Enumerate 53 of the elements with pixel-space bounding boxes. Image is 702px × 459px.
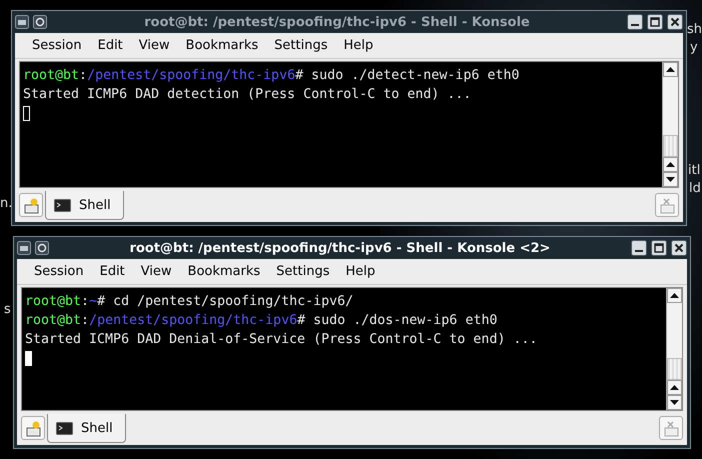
minimize-icon[interactable] [627, 14, 643, 30]
scrollbar[interactable] [666, 288, 682, 410]
tab-label: Shell [81, 420, 113, 436]
menu-item[interactable]: Help [336, 38, 382, 53]
shell-tab[interactable]: Shell [45, 191, 124, 220]
terminal-line: Started ICMP6 DAD Denial-of-Service (Press Control-C to end) ... [25, 331, 538, 349]
new-tab-icon[interactable] [24, 420, 42, 436]
maximize-icon[interactable] [651, 240, 667, 256]
scroll-up-icon[interactable] [663, 157, 678, 172]
menu-item[interactable]: Settings [268, 264, 338, 279]
terminal-line: Started ICMP6 DAD detection (Press Control-C to end) ... [23, 86, 472, 104]
terminal-line: root@bt:/pentest/spoofing/thc-ipv6# sudo ./detect-new-ip6 eth0 [23, 67, 520, 85]
menu-item[interactable]: Edit [90, 38, 131, 53]
window-menu-icon[interactable] [17, 241, 31, 255]
menu-item[interactable]: Session [24, 38, 90, 53]
desktop-icon-label: y [690, 40, 698, 56]
close-icon[interactable] [667, 14, 683, 30]
scroll-up-icon[interactable] [667, 380, 682, 395]
new-tab-button[interactable] [19, 193, 43, 217]
menu-item[interactable]: View [132, 264, 180, 279]
menu-item[interactable]: Settings [266, 38, 336, 53]
menu-item[interactable]: View [130, 38, 178, 53]
desktop-icon-label: sh [687, 22, 702, 38]
new-tab-button[interactable] [21, 416, 45, 440]
terminal-line: root@bt:/pentest/spoofing/thc-ipv6# sudo ./dos-new-ip6 eth0 [25, 312, 498, 330]
minimize-icon[interactable] [631, 240, 647, 256]
scroll-up-icon[interactable] [663, 62, 678, 77]
desktop-icon-label: ld [689, 181, 701, 197]
scrollbar[interactable] [662, 62, 678, 187]
menu-item[interactable]: Session [26, 264, 92, 279]
menu-item[interactable]: Bookmarks [178, 38, 266, 53]
new-tab-icon[interactable] [22, 196, 40, 214]
scroll-up-icon[interactable] [667, 288, 682, 303]
desktop-icon-label: itl [688, 163, 700, 179]
desktop-icon-label: s [4, 302, 11, 318]
menu-item[interactable]: Help [338, 264, 384, 279]
menu-item[interactable]: Edit [92, 264, 133, 279]
window-title: root@bt: /pentest/spoofing/thc-ipv6 - Shell - Konsole [143, 14, 531, 30]
menu-item[interactable]: Bookmarks [180, 264, 268, 279]
scroll-down-icon[interactable] [663, 172, 678, 187]
close-icon[interactable] [671, 240, 687, 256]
scroll-down-icon[interactable] [667, 395, 682, 410]
terminal-icon [56, 422, 73, 434]
window-menu-icon[interactable] [15, 15, 29, 29]
tab-label: Shell [79, 198, 111, 212]
window-title: root@bt: /pentest/spoofing/thc-ipv6 - Shell - Konsole <2> [128, 240, 552, 256]
maximize-icon[interactable] [647, 14, 663, 30]
scrollbar-handle[interactable] [667, 358, 682, 380]
shell-tab[interactable]: Shell [47, 414, 126, 443]
scrollbar-handle[interactable] [663, 135, 678, 157]
terminal-icon [54, 198, 71, 212]
terminal-line: root@bt:~# cd /pentest/spoofing/thc-ipv6/ [25, 293, 354, 311]
desktop-icon-label: n. [0, 196, 12, 212]
